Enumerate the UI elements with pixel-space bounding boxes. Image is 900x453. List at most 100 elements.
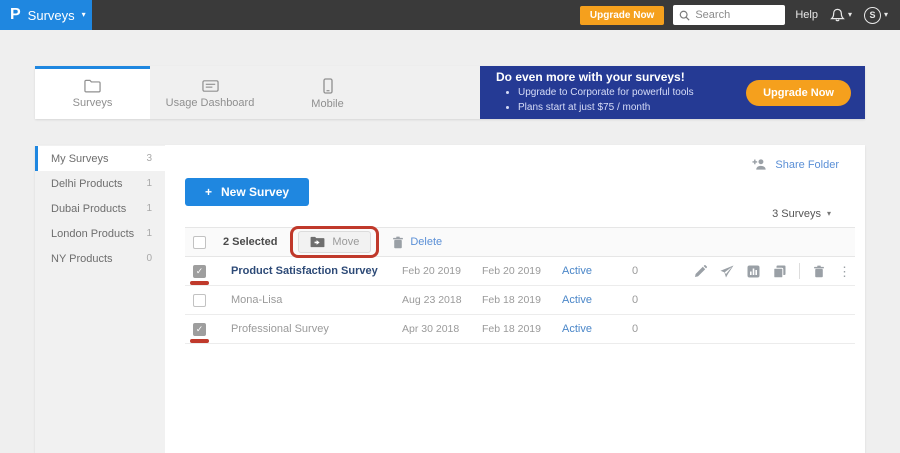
tab-usage-dashboard[interactable]: Usage Dashboard: [150, 66, 270, 119]
banner-text: Do even more with your surveys! Upgrade …: [480, 70, 746, 115]
created-date: Aug 23 2018: [402, 294, 482, 306]
sidebar-item-ny-products[interactable]: NY Products 0: [35, 246, 165, 271]
surveys-count-dropdown[interactable]: 3 Surveys ▾: [772, 208, 831, 220]
responses-count: 0: [632, 294, 687, 306]
row-actions: ⋮: [687, 263, 855, 279]
tab-mobile[interactable]: Mobile: [270, 66, 385, 119]
tab-label: Usage Dashboard: [166, 97, 255, 109]
banner-bullet: Upgrade to Corporate for powerful tools: [518, 86, 746, 101]
table-row: ✓ Professional Survey Apr 30 2018 Feb 18…: [185, 315, 855, 344]
dashboard-icon: [202, 79, 219, 93]
annotation-checkbox-underline: [190, 339, 209, 343]
survey-title-link[interactable]: Mona-Lisa: [223, 294, 402, 306]
sidebar-item-london-products[interactable]: London Products 1: [35, 221, 165, 246]
delete-label: Delete: [410, 236, 442, 248]
folder-label: Dubai Products: [51, 203, 126, 215]
annotation-move-highlight: Move: [290, 226, 379, 258]
share-person-icon: [752, 158, 768, 171]
table-row: ✓ Product Satisfaction Survey Feb 20 201…: [185, 257, 855, 286]
tab-label: Mobile: [311, 98, 343, 110]
reports-chart-icon[interactable]: [747, 265, 760, 278]
tabs-card: Surveys Usage Dashboard Mobile Do even m…: [35, 66, 865, 119]
surveys-content: Share Folder + New Survey 3 Surveys ▾ 2 …: [165, 145, 865, 453]
chevron-down-icon: ▾: [827, 210, 831, 218]
banner-bullet-list: Upgrade to Corporate for powerful tools …: [518, 86, 746, 115]
responses-count: 0: [632, 265, 687, 277]
surveys-table: 2 Selected Move Delete: [185, 227, 855, 344]
table-row: Mona-Lisa Aug 23 2018 Feb 18 2019 Active…: [185, 286, 855, 315]
sidebar-item-delhi-products[interactable]: Delhi Products 1: [35, 171, 165, 196]
folder-count: 0: [146, 253, 152, 264]
status-label: Active: [562, 265, 632, 277]
avatar: S: [864, 7, 881, 24]
folder-label: My Surveys: [51, 153, 108, 165]
survey-title-link[interactable]: Professional Survey: [223, 323, 402, 335]
share-folder-label: Share Folder: [775, 159, 839, 171]
folders-sidebar: My Surveys 3 Delhi Products 1 Dubai Prod…: [35, 145, 165, 453]
row-checkbox[interactable]: [193, 294, 206, 307]
new-survey-button[interactable]: + New Survey: [185, 178, 309, 206]
move-folder-icon: [310, 236, 325, 248]
modified-date: Feb 20 2019: [482, 265, 562, 277]
move-button[interactable]: Move: [298, 231, 371, 253]
move-label: Move: [332, 236, 359, 248]
duplicate-copy-icon[interactable]: [773, 265, 786, 278]
row-checkbox-cell: [193, 294, 223, 307]
delete-button[interactable]: Delete: [392, 236, 442, 249]
search-input[interactable]: [695, 9, 775, 21]
folder-label: Delhi Products: [51, 178, 123, 190]
row-checkbox-cell: ✓: [193, 265, 223, 278]
upgrade-now-button[interactable]: Upgrade Now: [580, 6, 664, 25]
search-box[interactable]: [673, 5, 785, 25]
sidebar-item-dubai-products[interactable]: Dubai Products 1: [35, 196, 165, 221]
row-trash-icon[interactable]: [813, 265, 825, 278]
survey-title-link[interactable]: Product Satisfaction Survey: [223, 265, 402, 277]
folder-count: 1: [146, 228, 152, 239]
select-all-checkbox[interactable]: [193, 236, 206, 249]
status-label: Active: [562, 323, 632, 335]
top-bar: P Surveys ▾ Upgrade Now Help ▾ S ▾: [0, 0, 900, 30]
notifications-menu[interactable]: ▾: [830, 8, 852, 23]
created-date: Apr 30 2018: [402, 323, 482, 335]
row-checkbox[interactable]: ✓: [193, 265, 206, 278]
send-plane-icon[interactable]: [720, 265, 734, 278]
created-date: Feb 20 2019: [402, 265, 482, 277]
selection-toolbar: 2 Selected Move Delete: [185, 227, 855, 257]
share-folder-link[interactable]: Share Folder: [752, 158, 839, 171]
app-menu-label: Surveys: [28, 8, 75, 23]
folder-count: 1: [146, 203, 152, 214]
tab-surveys[interactable]: Surveys: [35, 66, 150, 119]
bell-icon: [830, 8, 845, 23]
chevron-down-icon: ▾: [82, 11, 86, 19]
brand-logo: P: [10, 7, 21, 23]
main-card: My Surveys 3 Delhi Products 1 Dubai Prod…: [35, 145, 865, 453]
row-checkbox[interactable]: ✓: [193, 323, 206, 336]
chevron-down-icon: ▾: [884, 11, 888, 19]
folder-icon: [84, 79, 101, 93]
surveys-count-label: 3 Surveys: [772, 208, 821, 220]
modified-date: Feb 18 2019: [482, 294, 562, 306]
mobile-icon: [323, 78, 333, 94]
more-options-kebab-icon[interactable]: ⋮: [838, 265, 851, 278]
banner-title: Do even more with your surveys!: [496, 70, 746, 84]
modified-date: Feb 18 2019: [482, 323, 562, 335]
help-link[interactable]: Help: [795, 9, 818, 21]
tab-label: Surveys: [73, 97, 113, 109]
actions-divider: [799, 263, 800, 279]
responses-count: 0: [632, 323, 687, 335]
folder-count: 3: [146, 153, 152, 164]
row-checkbox-cell: ✓: [193, 323, 223, 336]
account-menu[interactable]: S ▾: [864, 7, 888, 24]
sidebar-item-my-surveys[interactable]: My Surveys 3: [35, 146, 165, 171]
folder-label: NY Products: [51, 253, 113, 265]
status-label: Active: [562, 294, 632, 306]
folder-count: 1: [146, 178, 152, 189]
banner-upgrade-button[interactable]: Upgrade Now: [746, 80, 851, 106]
app-switcher-menu[interactable]: P Surveys ▾: [0, 0, 92, 30]
edit-pencil-icon[interactable]: [694, 265, 707, 278]
new-survey-label: New Survey: [221, 185, 289, 199]
selected-count-label: 2 Selected: [223, 236, 277, 248]
annotation-checkbox-underline: [190, 281, 209, 285]
upgrade-banner: Do even more with your surveys! Upgrade …: [480, 66, 865, 119]
search-icon: [679, 10, 690, 21]
